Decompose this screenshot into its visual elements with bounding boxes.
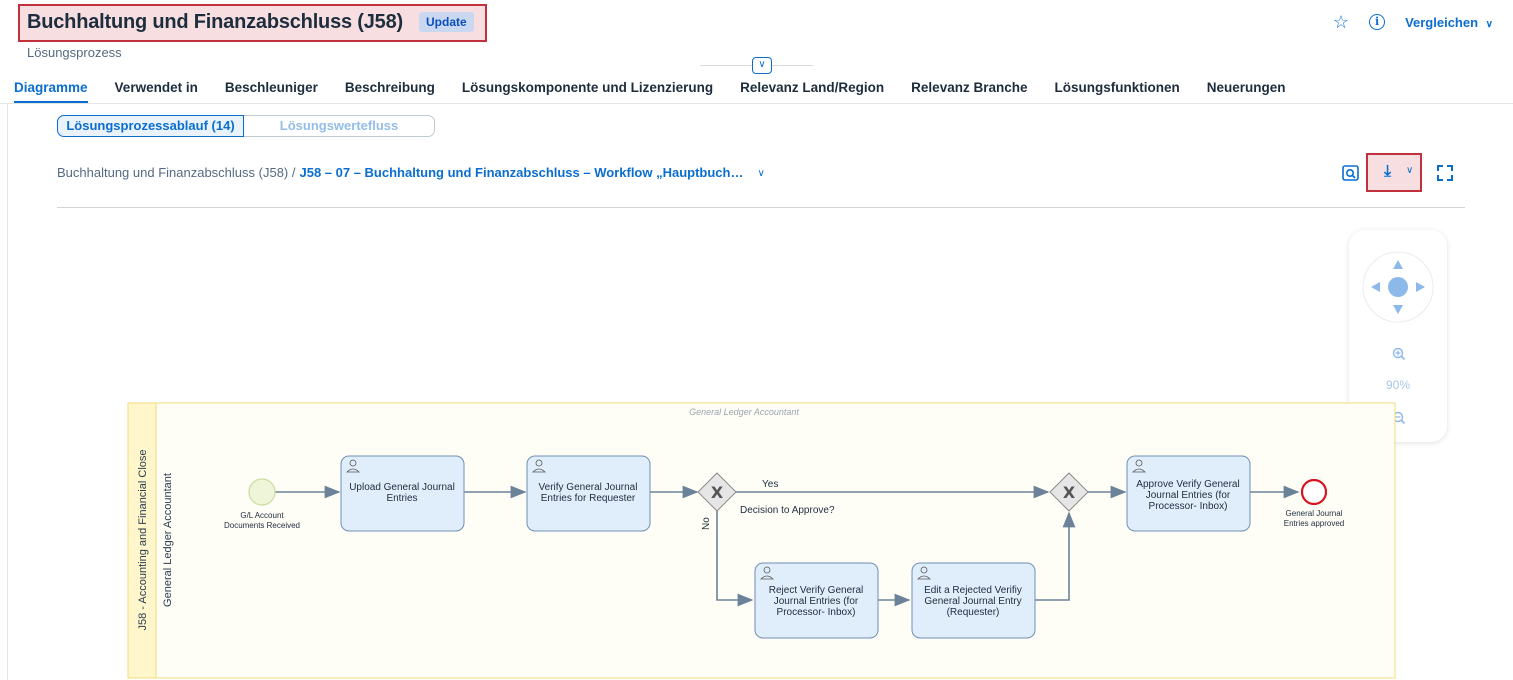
task-upload[interactable] — [340, 455, 465, 532]
gateway-label: Decision to Approve? — [740, 505, 835, 516]
task-approve[interactable] — [1126, 455, 1251, 532]
task-edit-line2: General Journal Entry — [924, 596, 1021, 607]
zoom-level: 90% — [1385, 378, 1411, 392]
navigator-controls — [1362, 251, 1434, 425]
chevron-down-icon: ∨ — [1485, 18, 1493, 30]
flow-no-label: No — [701, 517, 712, 530]
download-button[interactable]: ⤓ ∨ — [1366, 153, 1422, 192]
left-divider — [7, 104, 8, 680]
segment-process-flow[interactable]: Lösungsprozessablauf (14) — [57, 115, 244, 137]
user-icon — [760, 566, 774, 580]
task-edit-line1: Edit a Rejected Verifiy — [924, 585, 1022, 596]
tab-diagramme[interactable]: Diagramme — [14, 80, 88, 104]
breadcrumb-current[interactable]: J58 – 07 – Buchhaltung und Finanzabschlu… — [299, 165, 743, 183]
task-approve-line2: Journal Entries (for — [1146, 490, 1231, 501]
tab-beschleuniger[interactable]: Beschleuniger — [225, 80, 318, 104]
user-icon — [346, 459, 360, 473]
end-event[interactable] — [1300, 478, 1328, 506]
gateway-x-icon: X — [1063, 483, 1076, 502]
compare-label: Vergleichen — [1405, 14, 1479, 30]
tab-loesungsfunktionen[interactable]: Lösungsfunktionen — [1054, 80, 1179, 104]
tab-bar: Diagramme Verwendet in Beschleuniger Bes… — [14, 80, 1313, 104]
task-approve-line1: Approve Verify General — [1136, 479, 1239, 490]
tab-verwendet-in[interactable]: Verwendet in — [115, 80, 198, 104]
gateway-decision[interactable] — [697, 472, 737, 512]
task-approve-line3: Processor- Inbox) — [1149, 501, 1228, 512]
flow-edit-merge — [1035, 511, 1076, 601]
start-event-label-line1: G/L Account — [240, 511, 284, 520]
tab-beschreibung[interactable]: Beschreibung — [345, 80, 435, 104]
download-icon: ⤓ — [1384, 163, 1392, 180]
gateway-merge[interactable] — [1049, 472, 1089, 512]
task-reject-line3: Processor- Inbox) — [777, 607, 856, 618]
start-event[interactable] — [248, 478, 276, 506]
find-in-diagram-icon[interactable] — [1341, 163, 1361, 183]
end-event-label-line1: General Journal — [1286, 509, 1343, 518]
pool-header — [127, 402, 157, 679]
pool — [127, 402, 1396, 679]
lane-label: General Ledger Accountant — [162, 473, 174, 607]
chevron-down-icon: ∨ — [758, 59, 766, 70]
task-reject-line2: Journal Entries (for — [774, 596, 859, 607]
zoom-out-icon[interactable] — [1392, 411, 1406, 425]
chevron-down-icon: ∨ — [1406, 165, 1414, 176]
tab-underline — [0, 103, 1513, 104]
update-badge: Update — [419, 12, 474, 32]
page-subtitle: Lösungsprozess — [27, 45, 122, 60]
task-upload-line1: Upload General Journal — [349, 482, 455, 493]
task-verify-line2: Entries for Requester — [541, 493, 636, 504]
compare-button[interactable]: Vergleichen ∨ — [1405, 15, 1493, 30]
tab-relevanz-branche[interactable]: Relevanz Branche — [911, 80, 1027, 104]
gateway-x-icon: X — [711, 483, 724, 502]
collapse-header-button[interactable]: ∨ — [752, 57, 772, 74]
lane-header: General Ledger Accountant — [689, 407, 799, 417]
task-verify[interactable] — [526, 455, 651, 532]
flow-yes-label: Yes — [762, 479, 778, 490]
star-icon[interactable]: ☆ — [1333, 12, 1349, 32]
pool-label: J58 - Accounting and Financial Close — [137, 450, 149, 631]
user-icon — [917, 566, 931, 580]
tab-neuerungen[interactable]: Neuerungen — [1207, 80, 1286, 104]
flow-no — [716, 511, 754, 607]
fullscreen-icon[interactable] — [1437, 165, 1453, 181]
breadcrumb-root[interactable]: Buchhaltung und Finanzabschluss (J58) / — [57, 165, 295, 183]
segment-value-flow[interactable]: Lösungswertefluss — [244, 115, 435, 137]
user-icon — [1132, 459, 1146, 473]
task-edit-line3: (Requester) — [947, 607, 1000, 618]
user-icon — [532, 459, 546, 473]
breadcrumb: Buchhaltung und Finanzabschluss (J58) / … — [57, 165, 765, 183]
task-upload-line2: Entries — [386, 493, 417, 504]
end-event-label-line2: Entries approved — [1284, 519, 1344, 528]
toolbar-separator — [57, 207, 1465, 208]
tab-relevanz-land[interactable]: Relevanz Land/Region — [740, 80, 884, 104]
task-edit[interactable] — [911, 562, 1036, 639]
header-actions: ☆ i Vergleichen ∨ — [1333, 12, 1493, 32]
task-reject-line1: Reject Verify General — [769, 585, 864, 596]
task-verify-line1: Verify General Journal — [539, 482, 638, 493]
info-icon[interactable]: i — [1369, 14, 1386, 30]
zoom-in-icon[interactable] — [1392, 347, 1406, 361]
chevron-down-icon[interactable]: ∨ — [757, 165, 764, 183]
view-switcher: Lösungsprozessablauf (14) Lösungswertefl… — [57, 115, 435, 137]
sequence-flows — [275, 485, 1300, 607]
pan-center-icon[interactable] — [1388, 277, 1408, 297]
tab-loesungskomponente[interactable]: Lösungskomponente und Lizenzierung — [462, 80, 713, 104]
page-title: Buchhaltung und Finanzabschluss (J58) — [27, 11, 403, 33]
task-reject[interactable] — [754, 562, 879, 639]
start-event-label-line2: Documents Received — [224, 521, 300, 530]
